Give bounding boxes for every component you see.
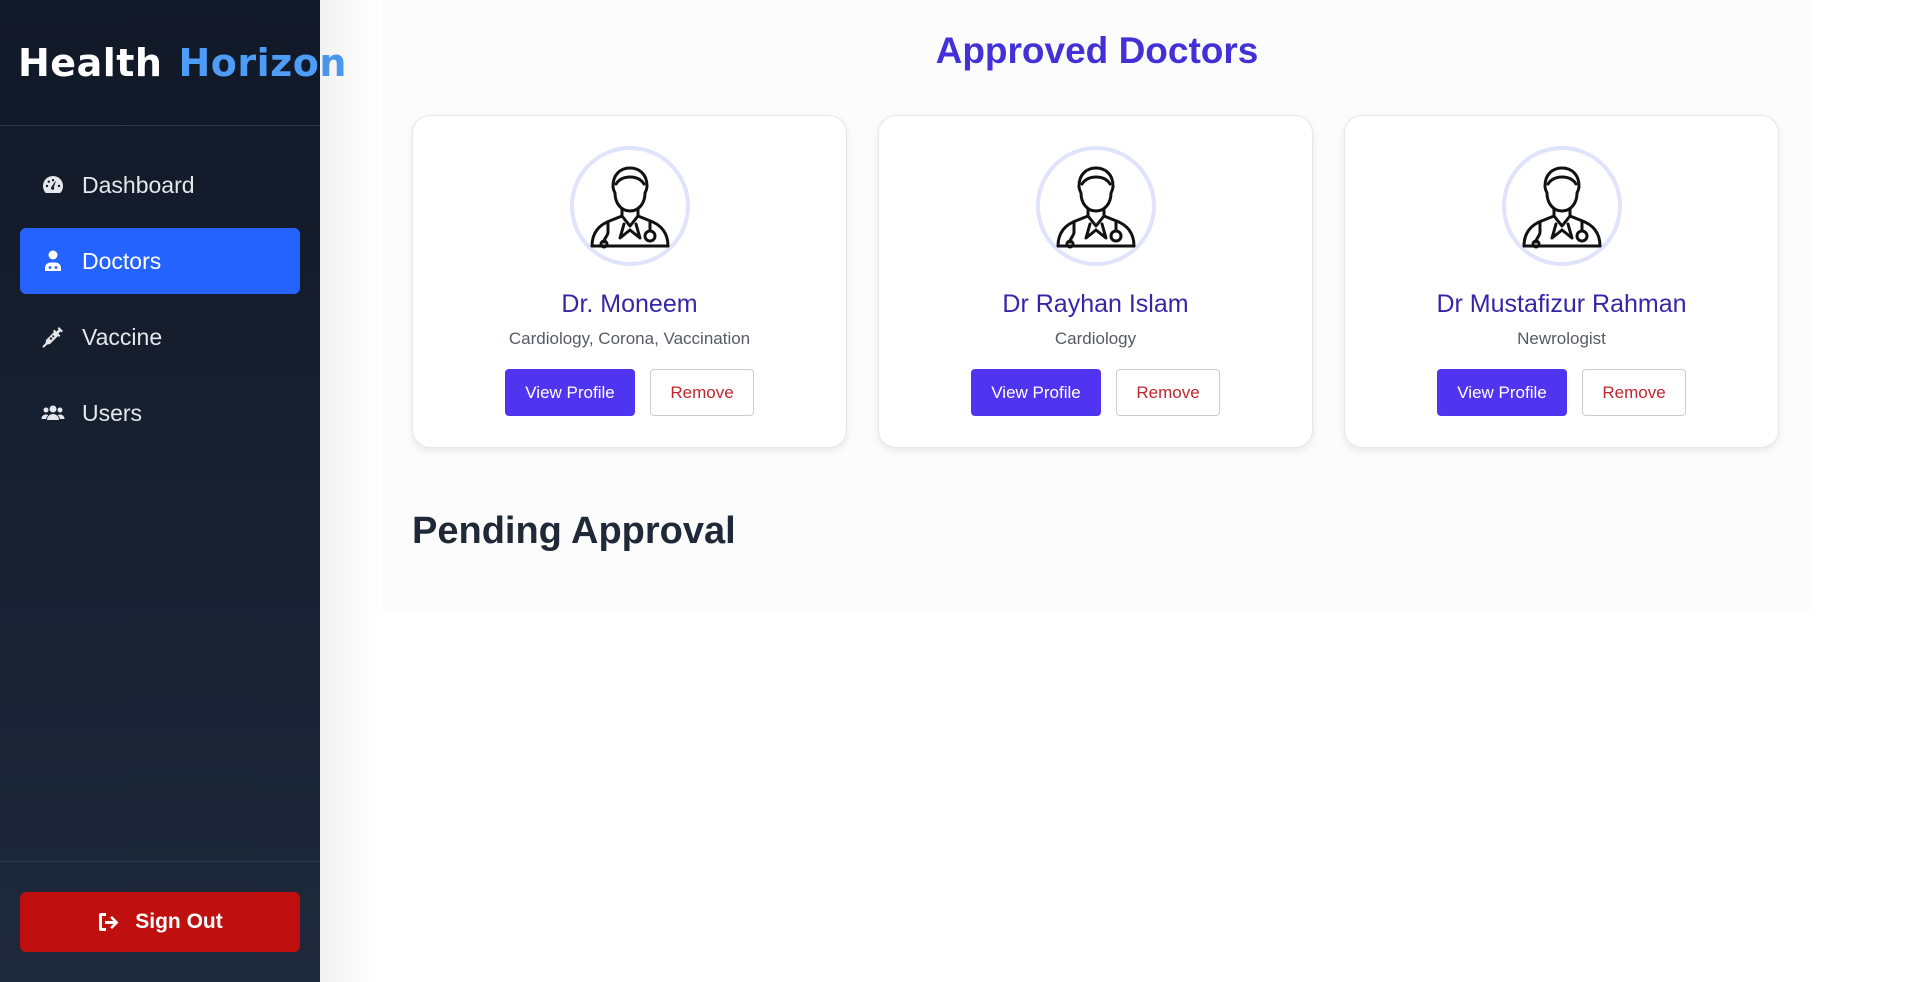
sidebar-item-doctors[interactable]: Doctors xyxy=(20,228,300,294)
doctor-card: Dr Rayhan Islam Cardiology View Profile … xyxy=(878,115,1313,448)
sidebar-item-dashboard[interactable]: Dashboard xyxy=(20,152,300,218)
doctor-avatar xyxy=(1035,146,1156,266)
doctor-card: Dr Mustafizur Rahman Newrologist View Pr… xyxy=(1344,115,1779,448)
view-profile-button[interactable]: View Profile xyxy=(505,369,635,416)
doctor-specialty: Newrologist xyxy=(1517,329,1606,348)
doctor-card: Dr. Moneem Cardiology, Corona, Vaccinati… xyxy=(412,115,847,448)
view-profile-button[interactable]: View Profile xyxy=(971,369,1101,416)
sidebar-nav: Dashboard Doctors Vaccine Users xyxy=(0,126,320,446)
gauge-icon xyxy=(40,172,66,198)
user-doctor-icon xyxy=(40,248,66,274)
syringe-icon xyxy=(40,324,66,350)
sidebar-item-label: Dashboard xyxy=(82,171,195,198)
pending-approval-title: Pending Approval xyxy=(412,510,736,552)
view-profile-button[interactable]: View Profile xyxy=(1437,369,1567,416)
doctor-actions: View Profile Remove xyxy=(971,369,1220,416)
brand-logo[interactable]: Health Horizon xyxy=(0,0,346,126)
page-title: Approved Doctors xyxy=(935,30,1259,71)
sidebar-footer: Sign Out xyxy=(0,861,320,982)
doctor-actions: View Profile Remove xyxy=(505,369,754,416)
doctor-avatar xyxy=(1501,146,1622,266)
doctor-icon xyxy=(590,166,669,249)
sidebar-shadow xyxy=(320,0,382,982)
doctor-avatar xyxy=(569,146,690,266)
doctor-specialty: Cardiology, Corona, Vaccination xyxy=(508,329,751,348)
remove-button[interactable]: Remove xyxy=(650,369,754,416)
doctor-actions: View Profile Remove xyxy=(1437,369,1686,416)
sidebar-item-vaccine[interactable]: Vaccine xyxy=(20,304,300,370)
doctor-card-list: Dr. Moneem Cardiology, Corona, Vaccinati… xyxy=(412,115,1779,448)
remove-button[interactable]: Remove xyxy=(1116,369,1220,416)
sidebar-item-label: Vaccine xyxy=(82,323,163,350)
sign-out-button[interactable]: Sign Out xyxy=(20,892,300,952)
remove-button[interactable]: Remove xyxy=(1582,369,1686,416)
doctor-specialty: Cardiology xyxy=(1054,329,1137,348)
doctor-icon xyxy=(1522,166,1601,249)
sign-out-icon xyxy=(99,913,119,931)
main-content: Approved Doctors Dr. Moneem Cardiology, … xyxy=(382,0,1812,610)
doctor-name: Dr Mustafizur Rahman xyxy=(1436,290,1687,318)
sign-out-label: Sign Out xyxy=(135,910,223,933)
sidebar-item-label: Doctors xyxy=(82,247,162,274)
doctor-icon xyxy=(1056,166,1135,249)
users-icon xyxy=(40,400,66,426)
sidebar-item-label: Users xyxy=(82,399,143,426)
doctor-name: Dr. Moneem xyxy=(561,290,698,318)
sidebar-item-users[interactable]: Users xyxy=(20,380,300,446)
brand-name-part1: Health xyxy=(18,40,163,85)
sidebar: Health Horizon Dashboard Doctors Vaccine xyxy=(0,0,346,982)
doctor-name: Dr Rayhan Islam xyxy=(1002,290,1189,318)
